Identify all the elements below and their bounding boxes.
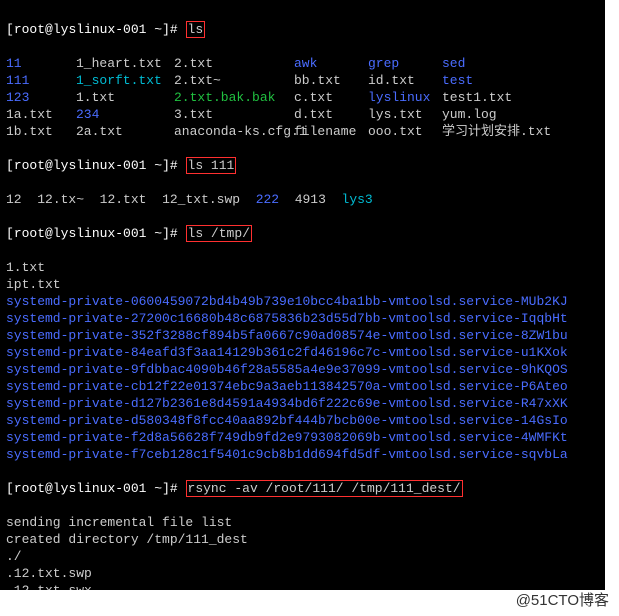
ls-item: lyslinux xyxy=(368,89,442,106)
prompt: [root@lyslinux-001 ~]# xyxy=(6,22,178,37)
prompt-line-3: [root@lyslinux-001 ~]# ls /tmp/ xyxy=(6,225,599,242)
ls-item: test1.txt xyxy=(442,89,542,106)
tmp-item: systemd-private-d580348f8fcc40aa892bf444… xyxy=(6,412,599,429)
ls-item: d.txt xyxy=(294,106,368,123)
ls-item: yum.log xyxy=(442,106,542,123)
tmp-item: 1.txt xyxy=(6,259,599,276)
ls-111-output: 12 12.tx~ 12.txt 12_txt.swp 222 4913 lys… xyxy=(6,191,599,208)
ls-item: 12.txt xyxy=(100,192,147,207)
rsync-line: sending incremental file list xyxy=(6,514,599,531)
ls-item: c.txt xyxy=(294,89,368,106)
ls-item: 12_txt.swp xyxy=(162,192,240,207)
prompt-line-1: [root@lyslinux-001 ~]# ls xyxy=(6,21,599,38)
tmp-item: systemd-private-352f3288cf894b5fa0667c90… xyxy=(6,327,599,344)
ls-item: 234 xyxy=(76,106,174,123)
ls-item: 2.txt~ xyxy=(174,72,294,89)
ls-item: 3.txt xyxy=(174,106,294,123)
ls-item: 12.tx~ xyxy=(37,192,84,207)
ls-item: filename xyxy=(294,123,368,140)
ls-item: 1_sorft.txt xyxy=(76,72,174,89)
ls-item: 11 xyxy=(6,55,76,72)
prompt-line-4: [root@lyslinux-001 ~]# rsync -av /root/1… xyxy=(6,480,599,497)
ls-item: grep xyxy=(368,55,442,72)
ls-item: sed xyxy=(442,55,542,72)
ls-item: 12 xyxy=(6,192,22,207)
tmp-item: systemd-private-d127b2361e8d4591a4934bd6… xyxy=(6,395,599,412)
ls-item: 4913 xyxy=(295,192,326,207)
watermark: @51CTO博客 xyxy=(516,589,609,610)
rsync-line: created directory /tmp/111_dest xyxy=(6,531,599,548)
ls-item: 123 xyxy=(6,89,76,106)
tmp-item: systemd-private-9fdbbac4090b46f28a5585a4… xyxy=(6,361,599,378)
ls-item: test xyxy=(442,72,542,89)
tmp-item: systemd-private-0600459072bd4b49b739e10b… xyxy=(6,293,599,310)
ls-item: lys3 xyxy=(342,192,373,207)
ls-item: ooo.txt xyxy=(368,123,442,140)
rsync-line: .12.txt.swp xyxy=(6,565,599,582)
ls-item: 2a.txt xyxy=(76,123,174,140)
ls-item: lys.txt xyxy=(368,106,442,123)
tmp-item: systemd-private-84eafd3f3aa14129b361c2fd… xyxy=(6,344,599,361)
tmp-item: systemd-private-f7ceb128c1f5401c9cb8b1dd… xyxy=(6,446,599,463)
cmd-rsync: rsync -av /root/111/ /tmp/111_dest/ xyxy=(186,480,463,497)
ls-item: 2.txt xyxy=(174,55,294,72)
ls-item: 1.txt xyxy=(76,89,174,106)
cmd-ls-tmp: ls /tmp/ xyxy=(186,225,252,242)
ls-item: 1_heart.txt xyxy=(76,55,174,72)
ls-item: bb.txt xyxy=(294,72,368,89)
ls-item: 学习计划安排.txt xyxy=(442,123,542,140)
tmp-item: ipt.txt xyxy=(6,276,599,293)
rsync-output: sending incremental file listcreated dir… xyxy=(6,514,599,590)
ls-item: id.txt xyxy=(368,72,442,89)
cmd-ls: ls xyxy=(186,21,206,38)
ls-item: 111 xyxy=(6,72,76,89)
tmp-item: systemd-private-cb12f22e01374ebc9a3aeb11… xyxy=(6,378,599,395)
ls-item: anaconda-ks.cfg.1 xyxy=(174,123,294,140)
ls-item: awk xyxy=(294,55,368,72)
ls-item: 1b.txt xyxy=(6,123,76,140)
tmp-item: systemd-private-f2d8a56628f749db9fd2e979… xyxy=(6,429,599,446)
ls-tmp-output: 1.txtipt.txtsystemd-private-0600459072bd… xyxy=(6,259,599,463)
cmd-ls-111: ls 111 xyxy=(186,157,237,174)
ls-item: 1a.txt xyxy=(6,106,76,123)
ls-item: 222 xyxy=(256,192,279,207)
ls-item: 2.txt.bak.bak xyxy=(174,89,294,106)
terminal-window: [root@lyslinux-001 ~]# ls 111_heart.txt2… xyxy=(0,0,605,590)
rsync-line: ./ xyxy=(6,548,599,565)
tmp-item: systemd-private-27200c16680b48c6875836b2… xyxy=(6,310,599,327)
prompt-line-2: [root@lyslinux-001 ~]# ls 111 xyxy=(6,157,599,174)
rsync-line: .12.txt.swx xyxy=(6,582,599,590)
ls-output: 111_heart.txt2.txtawkgrepsed 1111_sorft.t… xyxy=(6,55,599,140)
